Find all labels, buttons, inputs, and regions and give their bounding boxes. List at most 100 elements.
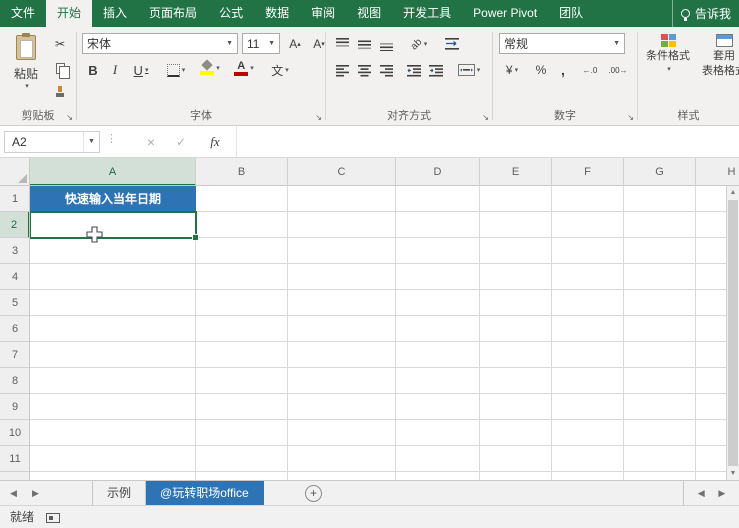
grid-hline bbox=[30, 289, 739, 290]
cut-button[interactable]: ✂ bbox=[48, 33, 72, 55]
new-sheet-button[interactable]: + bbox=[305, 485, 322, 502]
ribbon-tab-formulas[interactable]: 公式 bbox=[208, 0, 254, 27]
selected-cell-A2[interactable] bbox=[30, 211, 199, 241]
name-box[interactable]: A2 ▼ bbox=[4, 131, 100, 153]
increase-decimal-button[interactable]: ←.0 bbox=[577, 59, 603, 81]
align-bottom-button[interactable] bbox=[376, 33, 396, 55]
align-right-button[interactable] bbox=[376, 59, 396, 81]
font-name-combo[interactable]: 宋体 ▼ bbox=[82, 33, 238, 54]
column-header-G[interactable]: G bbox=[624, 158, 696, 185]
scissors-icon: ✂ bbox=[54, 37, 66, 51]
comma-style-button[interactable]: , bbox=[553, 59, 573, 81]
orientation-button[interactable]: ab ▾ bbox=[404, 33, 434, 55]
ribbon-tab-page-layout[interactable]: 页面布局 bbox=[138, 0, 208, 27]
ribbon-tab-bar: 文件 开始 插入 页面布局 公式 数据 审阅 视图 开发工具 Power Pivot 团队 告诉我 bbox=[0, 0, 739, 27]
ribbon-tab-insert[interactable]: 插入 bbox=[92, 0, 138, 27]
borders-button[interactable]: ▾ bbox=[161, 59, 191, 81]
row-header-7[interactable]: 7 bbox=[0, 342, 29, 368]
accounting-format-button[interactable]: ¥ ▾ bbox=[497, 59, 527, 81]
copy-button[interactable] bbox=[48, 57, 72, 79]
scroll-up-icon[interactable]: ▲ bbox=[727, 186, 739, 199]
row-header-4[interactable]: 4 bbox=[0, 264, 29, 290]
phonetic-guide-button[interactable]: 文 ▾ bbox=[263, 59, 297, 81]
insert-function-button[interactable]: fx bbox=[200, 131, 230, 153]
row-header-9[interactable]: 9 bbox=[0, 394, 29, 420]
conditional-formatting-button[interactable]: 条件格式 ▾ bbox=[641, 30, 695, 73]
sheet-nav-right-icon[interactable]: ▶ bbox=[32, 481, 39, 505]
enter-button[interactable]: ✓ bbox=[168, 131, 194, 153]
alignment-dialog-launcher[interactable]: ↘ bbox=[482, 114, 489, 122]
underline-button[interactable]: U ▾ bbox=[127, 59, 155, 81]
ribbon-tab-developer[interactable]: 开发工具 bbox=[392, 0, 462, 27]
clipboard-dialog-launcher[interactable]: ↘ bbox=[66, 114, 73, 122]
number-format-combo[interactable]: 常规 ▼ bbox=[499, 33, 625, 54]
column-header-D[interactable]: D bbox=[396, 158, 480, 185]
clipboard-group-label: 剪贴板 bbox=[21, 110, 55, 122]
wrap-text-button[interactable] bbox=[440, 33, 464, 55]
underline-dropdown-arrow: ▾ bbox=[144, 67, 149, 74]
font-color-button[interactable]: A ▾ bbox=[229, 57, 259, 79]
formula-input[interactable] bbox=[236, 126, 739, 157]
wrap-text-icon bbox=[445, 38, 459, 50]
align-top-button[interactable] bbox=[332, 33, 352, 55]
decrease-decimal-button[interactable]: .00→ bbox=[605, 59, 631, 81]
ribbon-tab-team[interactable]: 团队 bbox=[548, 0, 594, 27]
sheet-nav-left-icon[interactable]: ◀ bbox=[10, 481, 17, 505]
format-as-table-button[interactable]: 套用 表格格式 bbox=[697, 30, 739, 77]
decrease-indent-button[interactable] bbox=[404, 59, 424, 81]
cancel-button[interactable]: × bbox=[138, 131, 164, 153]
row-header-3[interactable]: 3 bbox=[0, 238, 29, 264]
ribbon-tab-home[interactable]: 开始 bbox=[46, 0, 93, 27]
tell-me-box[interactable]: 告诉我 bbox=[671, 0, 739, 27]
merge-center-button[interactable]: ▾ bbox=[452, 59, 486, 81]
column-header-F[interactable]: F bbox=[552, 158, 624, 185]
sheet-tab-2[interactable]: @玩转职场office bbox=[146, 481, 264, 505]
increase-indent-button[interactable] bbox=[426, 59, 446, 81]
fill-handle[interactable] bbox=[192, 234, 199, 241]
row-header-5[interactable]: 5 bbox=[0, 290, 29, 316]
scroll-down-icon[interactable]: ▼ bbox=[727, 467, 739, 480]
select-all-corner[interactable] bbox=[0, 158, 30, 186]
ribbon-tab-review[interactable]: 审阅 bbox=[300, 0, 346, 27]
column-header-H[interactable]: H bbox=[696, 158, 739, 185]
row-header-8[interactable]: 8 bbox=[0, 368, 29, 394]
row-header-1[interactable]: 1 bbox=[0, 186, 29, 212]
percent-icon: % bbox=[535, 63, 547, 77]
font-size-combo[interactable]: 11 ▼ bbox=[242, 33, 280, 54]
row-header-11[interactable]: 11 bbox=[0, 446, 29, 472]
ribbon-tab-data[interactable]: 数据 bbox=[254, 0, 300, 27]
align-middle-button[interactable] bbox=[354, 33, 374, 55]
record-macro-icon[interactable] bbox=[46, 513, 60, 523]
vertical-scroll-thumb[interactable] bbox=[728, 200, 738, 466]
italic-button[interactable]: I bbox=[105, 59, 125, 81]
format-painter-button[interactable] bbox=[48, 81, 72, 103]
number-dialog-launcher[interactable]: ↘ bbox=[627, 114, 634, 122]
font-dialog-launcher[interactable]: ↘ bbox=[315, 114, 322, 122]
column-header-B[interactable]: B bbox=[196, 158, 288, 185]
align-left-button[interactable] bbox=[332, 59, 352, 81]
fill-color-button[interactable]: ▾ bbox=[195, 57, 225, 79]
ribbon-tab-file[interactable]: 文件 bbox=[0, 0, 46, 27]
row-header-2[interactable]: 2 bbox=[0, 212, 29, 238]
sheet-tab-1[interactable]: 示例 bbox=[92, 481, 147, 505]
ribbon-tab-power-pivot[interactable]: Power Pivot bbox=[462, 0, 548, 27]
increase-font-size-button[interactable]: A ▴ bbox=[284, 33, 306, 55]
bold-button[interactable]: B bbox=[83, 59, 103, 81]
row-header-10[interactable]: 10 bbox=[0, 420, 29, 446]
column-header-A[interactable]: A bbox=[30, 158, 196, 185]
horizontal-scrollbar[interactable]: ◀ ▶ bbox=[683, 481, 739, 505]
vertical-scrollbar[interactable]: ▲ ▼ bbox=[726, 186, 739, 480]
paste-button[interactable]: 粘贴 ▾ bbox=[5, 31, 47, 107]
formula-bar-grip[interactable]: ⋮ bbox=[106, 132, 117, 145]
row-header-6[interactable]: 6 bbox=[0, 316, 29, 342]
column-header-E[interactable]: E bbox=[480, 158, 552, 185]
ribbon-tab-view[interactable]: 视图 bbox=[346, 0, 392, 27]
column-header-C[interactable]: C bbox=[288, 158, 396, 185]
cell-A1[interactable]: 快速输入当年日期 bbox=[30, 186, 196, 212]
cells-area[interactable]: 快速输入当年日期 bbox=[30, 186, 739, 480]
percent-style-button[interactable]: % bbox=[531, 59, 551, 81]
chevron-down-icon: ▼ bbox=[613, 40, 620, 47]
scroll-left-icon[interactable]: ◀ bbox=[698, 488, 705, 499]
scroll-right-icon[interactable]: ▶ bbox=[718, 488, 725, 499]
align-center-button[interactable] bbox=[354, 59, 374, 81]
